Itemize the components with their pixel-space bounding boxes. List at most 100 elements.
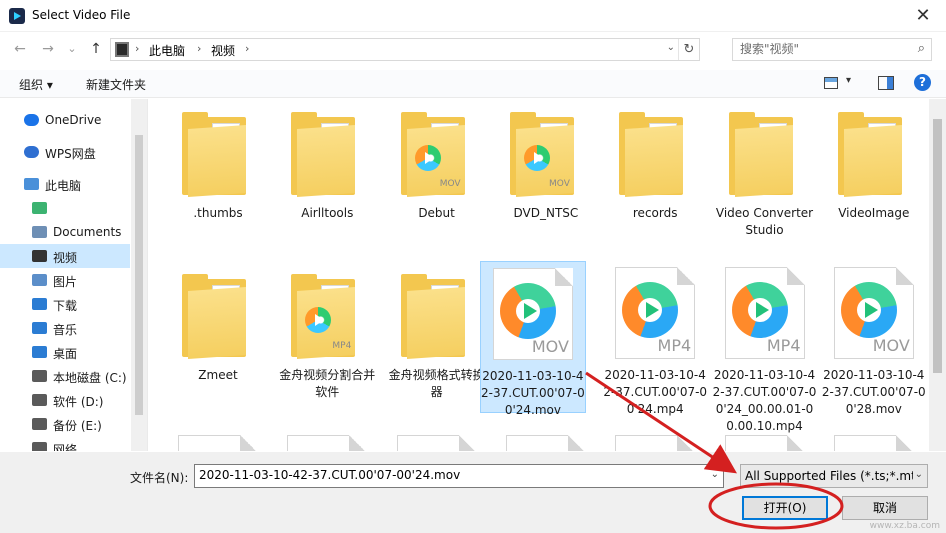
file-extension-label: MOV	[549, 179, 570, 189]
forward-arrow-icon[interactable]: →	[38, 39, 58, 59]
file-type-select[interactable]: All Supported Files (*.ts;*.mts ⌄	[740, 464, 928, 488]
file-icon[interactable]	[833, 435, 914, 451]
video-player-icon	[499, 283, 556, 339]
sidebar-item[interactable]: 本地磁盘 (C:)	[0, 364, 130, 388]
folder-icon	[728, 112, 793, 198]
breadcrumb-separator[interactable]: ›	[245, 42, 249, 55]
sidebar-item[interactable]: WPS网盘	[0, 140, 130, 164]
sidebar-item[interactable]: 音乐	[0, 316, 130, 340]
folder-item[interactable]: Zmeet	[166, 261, 270, 421]
sidebar-item[interactable]: 软件 (D:)	[0, 388, 130, 412]
content-scrollbar[interactable]	[929, 99, 946, 451]
folder-item[interactable]: VideoImage	[822, 99, 926, 259]
back-arrow-icon[interactable]: ←	[10, 39, 30, 59]
sidebar-item[interactable]: Documents	[0, 220, 130, 244]
cancel-button[interactable]: 取消	[842, 496, 928, 520]
video-file-item[interactable]: MP4 2020-11-03-10-42-37.CUT.00'07-00'24_0…	[713, 261, 817, 433]
file-type-dropdown-icon[interactable]: ⌄	[915, 469, 923, 480]
file-icon[interactable]	[615, 435, 696, 451]
refresh-icon[interactable]: ↻	[678, 39, 699, 60]
file-icon[interactable]	[724, 435, 805, 451]
search-input[interactable]	[740, 42, 900, 56]
breadcrumb-this-pc[interactable]: 此电脑	[149, 42, 185, 59]
video-folder-icon	[115, 42, 129, 57]
sidebar-item[interactable]: 视频	[0, 244, 130, 268]
sidebar-scrollbar[interactable]	[131, 99, 147, 451]
filename-input[interactable]	[199, 468, 699, 482]
open-button[interactable]: 打开(O)	[742, 496, 828, 520]
sidebar-item-label: 网络	[53, 443, 78, 451]
picture-icon	[32, 274, 47, 286]
address-dropdown-icon[interactable]: ⌄	[667, 42, 675, 53]
filename-dropdown-icon[interactable]: ⌄	[711, 469, 719, 480]
file-type-value[interactable]: All Supported Files (*.ts;*.mts	[745, 469, 913, 483]
breadcrumb-separator[interactable]: ›	[135, 42, 139, 55]
command-toolbar: 组织 ▾ 新建文件夹 ▾ ?	[0, 70, 946, 98]
video-player-icon	[840, 282, 897, 338]
file-name-label: Airlltools	[301, 206, 354, 220]
file-name-label: 2020-11-03-10-42-37.CUT.00'07-00'24_00.0…	[712, 368, 817, 433]
folder-item[interactable]: Airlltools	[275, 99, 379, 259]
folder-item[interactable]: records	[603, 99, 707, 259]
video-file-item[interactable]: MOV 2020-11-03-10-42-37.CUT.00'07-00'24.m…	[479, 261, 586, 417]
folder-item[interactable]: MP4 金舟视频分割合并软件	[275, 261, 379, 421]
help-icon[interactable]: ?	[914, 74, 931, 91]
sidebar-item[interactable]: 图片	[0, 268, 130, 292]
folder-icon	[619, 112, 684, 198]
file-name-label: 2020-11-03-10-42-37.CUT.00'07-00'24.mp4	[603, 368, 708, 416]
drive-icon	[32, 394, 47, 406]
view-dropdown-icon[interactable]: ▾	[846, 75, 851, 86]
file-name-label: records	[632, 206, 678, 220]
video-player-icon	[414, 145, 441, 171]
organize-menu[interactable]: 组织 ▾	[19, 76, 53, 93]
sidebar-item[interactable]	[0, 196, 130, 220]
video-file-item[interactable]: MOV 2020-11-03-10-42-37.CUT.00'07-00'28.m…	[822, 261, 926, 421]
sidebar-item[interactable]: 备份 (E:)	[0, 412, 130, 436]
video-player-icon	[622, 282, 679, 338]
sidebar-item[interactable]: 桌面	[0, 340, 130, 364]
search-box[interactable]: ⌕	[732, 38, 932, 61]
file-icon[interactable]	[505, 435, 586, 451]
file-icon[interactable]	[287, 435, 368, 451]
network-icon	[32, 442, 47, 451]
folder-item[interactable]: Video Converter Studio	[713, 99, 817, 259]
sidebar-item-label: 桌面	[53, 347, 78, 361]
file-list: .thumbs Airlltools MOV Debut MOV DVD_NTSC reco…	[149, 99, 929, 451]
sidebar-item-label: 备份 (E:)	[53, 419, 102, 433]
folder-item[interactable]: .thumbs	[166, 99, 270, 259]
sidebar-item-label: 下载	[53, 299, 78, 313]
breadcrumb-videos[interactable]: 视频	[211, 42, 235, 59]
folder-item[interactable]: MOV Debut	[385, 99, 489, 259]
folder-item[interactable]: MOV DVD_NTSC	[494, 99, 598, 259]
sidebar-item[interactable]: 此电脑	[0, 172, 130, 196]
search-icon[interactable]: ⌕	[918, 41, 925, 56]
up-arrow-icon[interactable]: ↑	[86, 39, 106, 59]
video-file-icon: MOV	[492, 268, 573, 360]
sidebar-item[interactable]: 网络	[0, 436, 130, 451]
sidebar-scroll-thumb[interactable]	[135, 135, 143, 415]
file-icon[interactable]	[396, 435, 477, 451]
breadcrumb-separator[interactable]: ›	[197, 42, 201, 55]
file-name-label: VideoImage	[838, 206, 910, 220]
file-name-label: .thumbs	[193, 206, 243, 220]
new-folder-button[interactable]: 新建文件夹	[86, 76, 146, 93]
file-extension-label: MP4	[766, 336, 801, 355]
file-icon[interactable]	[178, 435, 258, 451]
sidebar-item[interactable]: OneDrive	[0, 108, 130, 132]
video-file-item[interactable]: MP4 2020-11-03-10-42-37.CUT.00'07-00'24.m…	[603, 261, 707, 421]
sidebar-item-label: Documents	[53, 225, 122, 239]
content-scroll-thumb[interactable]	[933, 119, 942, 373]
preview-pane-icon[interactable]	[878, 76, 894, 90]
address-bar[interactable]: › 此电脑 › 视频 › ⌄ ↻	[110, 38, 700, 61]
recent-locations-icon[interactable]: ⌄	[62, 39, 82, 59]
folder-item[interactable]: 金舟视频格式转换器	[385, 261, 489, 421]
sidebar-item-label: 视频	[53, 251, 78, 265]
filename-field[interactable]: ⌄	[194, 464, 724, 488]
sidebar-item[interactable]: 下载	[0, 292, 130, 316]
close-button[interactable]: ✕	[900, 0, 946, 32]
app-logo-icon	[9, 8, 25, 24]
filename-label: 文件名(N):	[130, 471, 189, 485]
video-file-icon: MOV	[833, 267, 914, 359]
title-bar: Select Video File ✕	[0, 0, 946, 32]
view-mode-icon[interactable]	[824, 77, 838, 89]
